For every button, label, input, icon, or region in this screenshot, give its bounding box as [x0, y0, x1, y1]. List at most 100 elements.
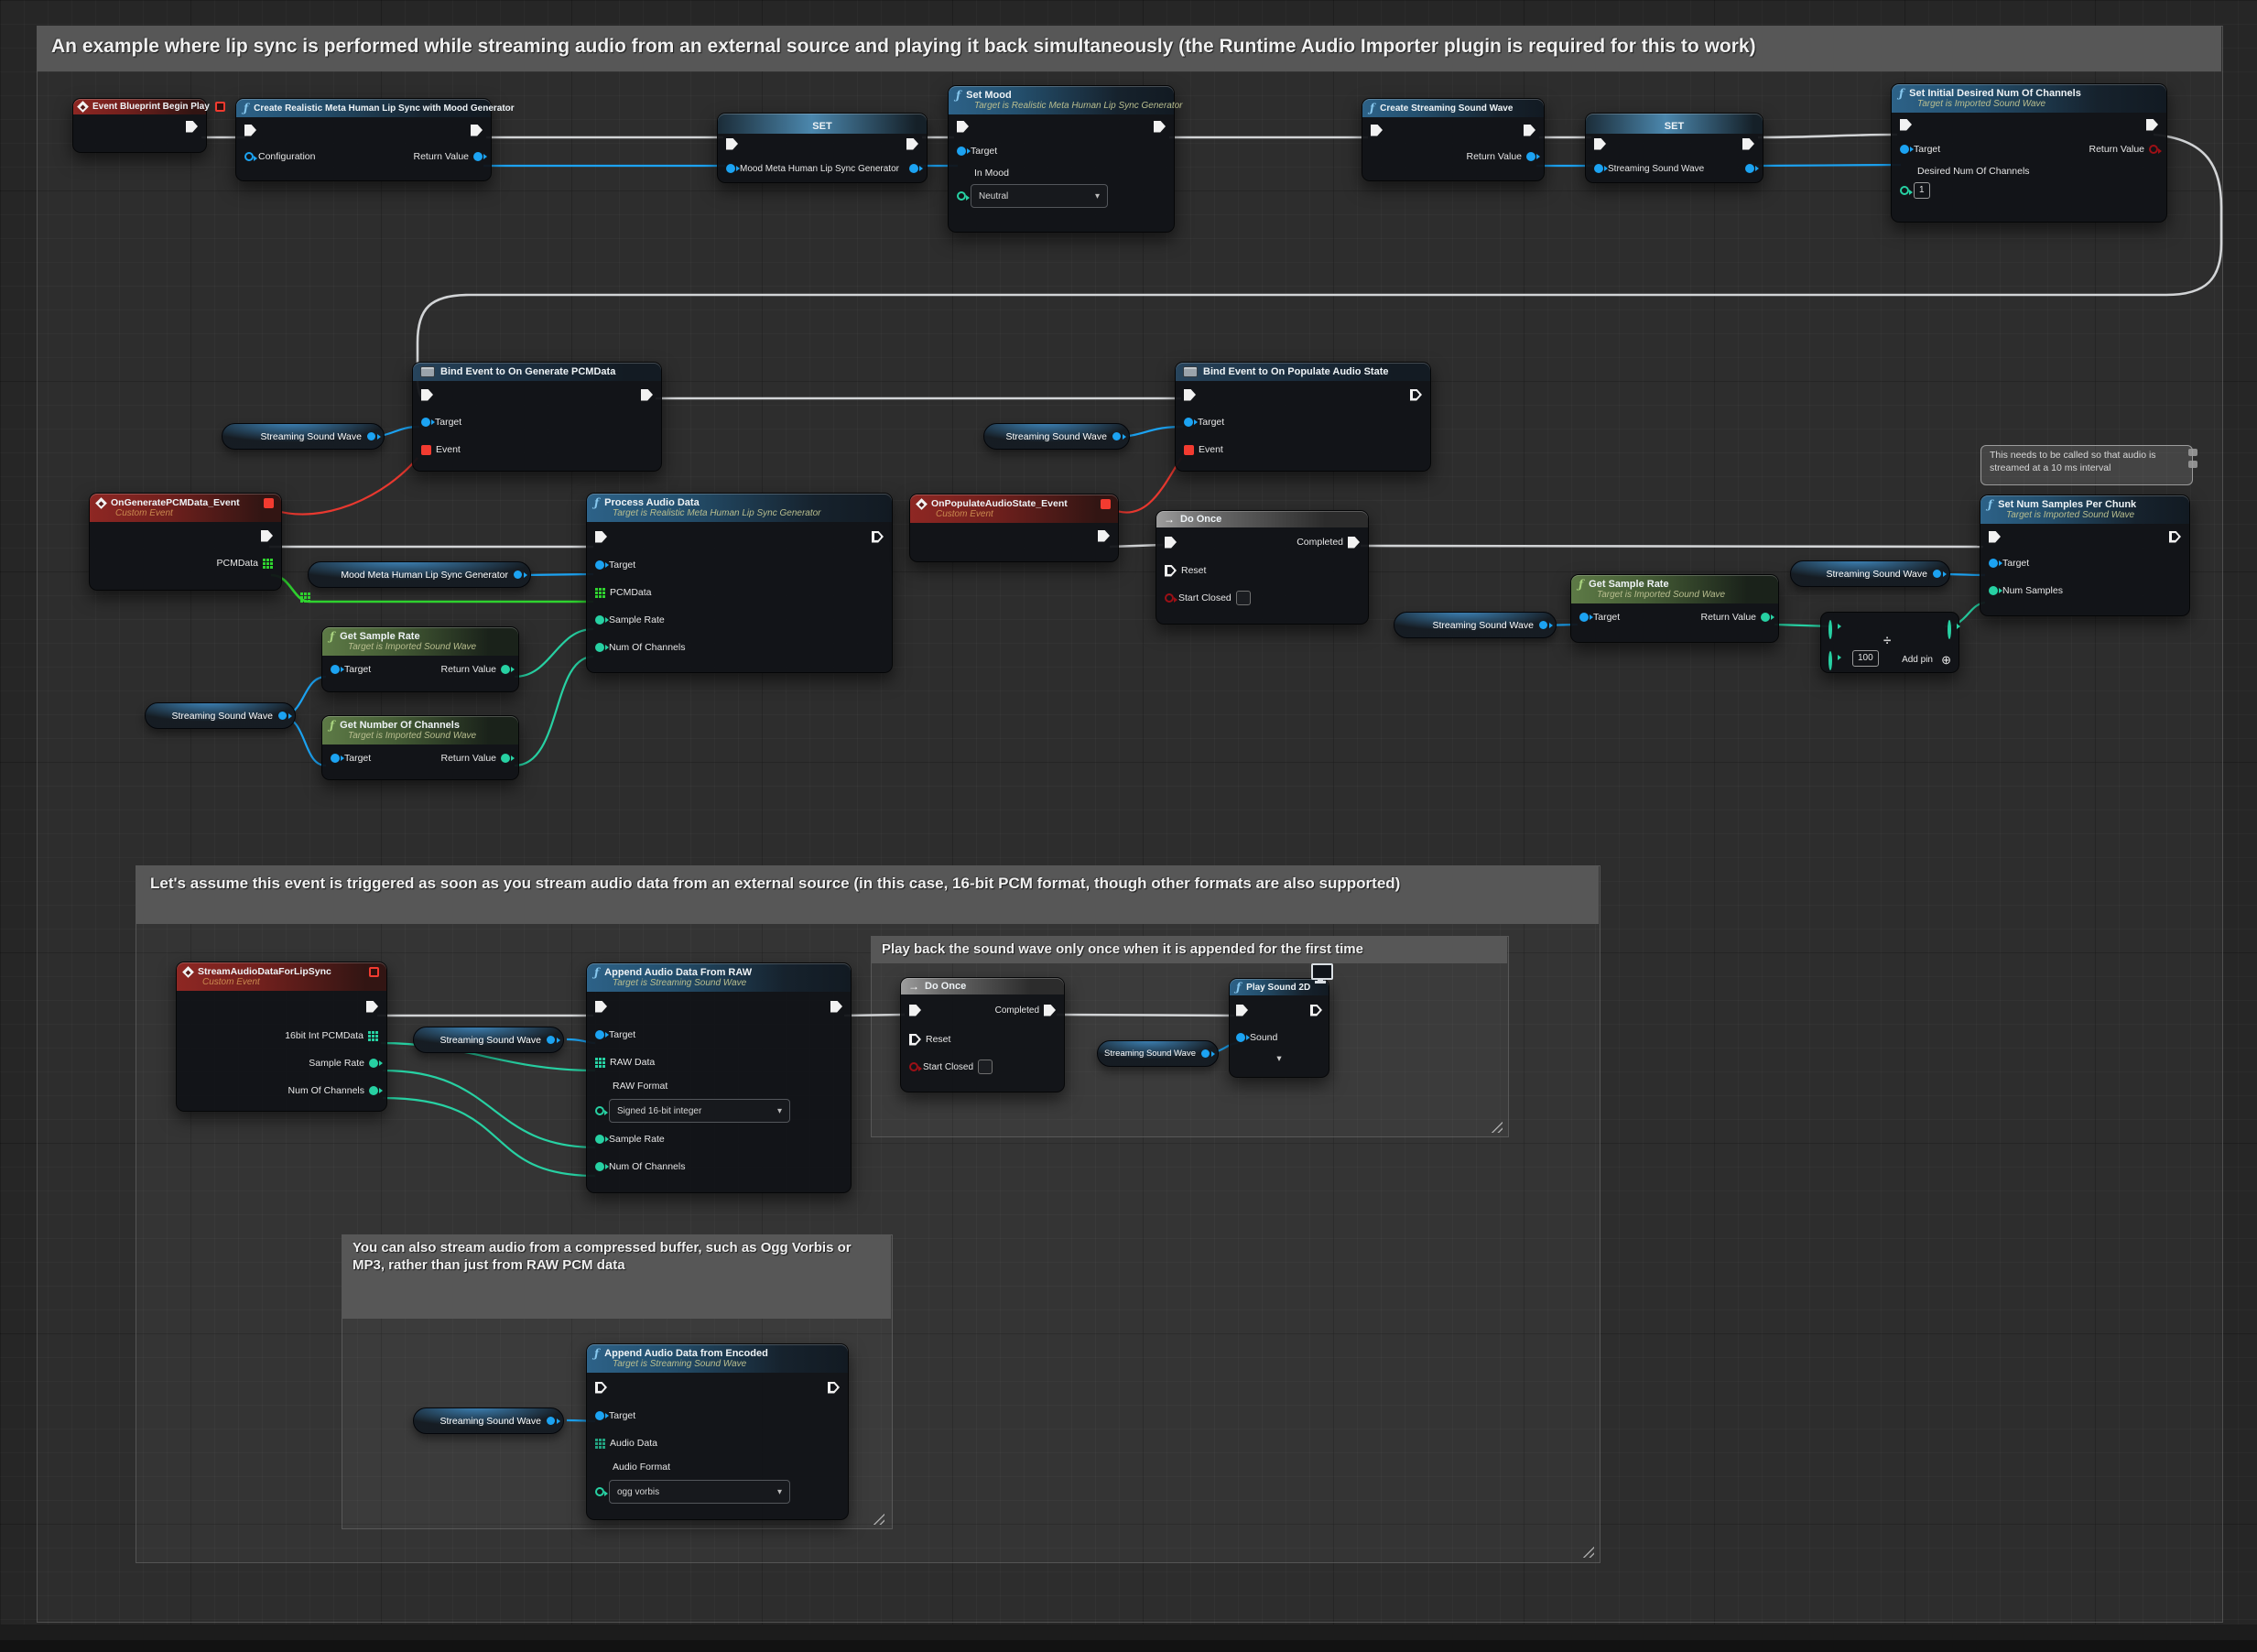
exec-in-pin[interactable]	[1371, 125, 1383, 136]
exec-out-pin[interactable]	[1044, 1005, 1056, 1016]
object-pin[interactable]	[547, 1417, 555, 1425]
variable-pill-streaming[interactable]: Streaming Sound Wave	[413, 1027, 564, 1053]
int-pin[interactable]	[1989, 586, 1998, 595]
variable-pill-streaming[interactable]: Streaming Sound Wave	[222, 423, 385, 450]
exec-in-pin[interactable]	[244, 125, 256, 136]
exec-out-pin[interactable]	[872, 531, 884, 543]
node-create-streaming[interactable]: ƒ Create Streaming Sound Wave Return Val…	[1362, 98, 1545, 181]
object-pin[interactable]	[595, 1411, 604, 1420]
variable-pill-streaming[interactable]: Streaming Sound Wave	[145, 702, 296, 729]
node-bind-generate-pcm[interactable]: Bind Event to On Generate PCMData Target…	[412, 362, 662, 472]
object-pin[interactable]	[1201, 1049, 1210, 1058]
node-bind-populate-state[interactable]: Bind Event to On Populate Audio State Ta…	[1175, 362, 1431, 472]
object-pin[interactable]	[331, 754, 340, 763]
int-pin[interactable]	[595, 615, 604, 625]
node-get-num-channels[interactable]: ƒ Get Number Of Channels Target is Impor…	[321, 715, 519, 780]
bool-pin[interactable]	[1165, 593, 1174, 603]
node-play-sound-2d[interactable]: ƒ Play Sound 2D Sound ▾	[1229, 978, 1329, 1078]
array-pin[interactable]	[595, 588, 605, 598]
object-pin[interactable]	[1112, 432, 1121, 440]
exec-out-pin[interactable]	[641, 389, 653, 401]
comment-compressed-title[interactable]: You can also stream audio from a compres…	[342, 1234, 891, 1319]
node-set-streaming-wave[interactable]: SET Streaming Sound Wave	[1585, 113, 1763, 183]
variable-pill-streaming[interactable]: Streaming Sound Wave	[983, 423, 1130, 450]
exec-in-pin[interactable]	[1165, 537, 1177, 549]
exec-in-pin[interactable]	[595, 1001, 607, 1013]
raw-format-dropdown[interactable]: Signed 16-bit integer ▾	[609, 1099, 790, 1123]
node-append-encoded[interactable]: ƒ Append Audio Data from Encoded Target …	[586, 1343, 849, 1520]
delegate-pin[interactable]	[1101, 499, 1111, 509]
delegate-pin[interactable]	[264, 498, 274, 508]
delegate-pin[interactable]	[1184, 445, 1194, 455]
exec-out-pin[interactable]	[906, 138, 918, 150]
object-pin[interactable]	[1900, 145, 1909, 154]
node-stream-audio-event[interactable]: StreamAudioDataForLipSync Custom Event 1…	[176, 962, 387, 1112]
comment-assume-title[interactable]: Let's assume this event is triggered as …	[136, 865, 1599, 924]
int-pin[interactable]	[369, 1059, 378, 1068]
object-pin[interactable]	[514, 571, 522, 579]
exec-in-pin[interactable]	[909, 1034, 921, 1046]
delegate-pin[interactable]	[421, 445, 431, 455]
variable-pill-streaming[interactable]: Streaming Sound Wave	[1097, 1040, 1219, 1067]
node-event-begin-play[interactable]: Event Blueprint Begin Play	[72, 98, 207, 153]
object-pin[interactable]	[367, 432, 375, 440]
object-pin[interactable]	[331, 665, 340, 674]
node-set-num-samples[interactable]: ƒ Set Num Samples Per Chunk Target is Im…	[1980, 495, 2190, 616]
comment-playback-title[interactable]: Play back the sound wave only once when …	[871, 936, 1507, 963]
array-pin[interactable]	[263, 559, 273, 569]
exec-out-pin[interactable]	[1742, 138, 1754, 150]
node-onpopulate-event[interactable]: OnPopulateAudioState_Event Custom Event	[909, 494, 1119, 562]
node-do-once-2[interactable]: → Do Once Completed Reset Start Closed	[900, 977, 1065, 1092]
node-process-audio-data[interactable]: ƒ Process Audio Data Target is Realistic…	[586, 493, 893, 673]
exec-out-pin[interactable]	[1154, 121, 1166, 133]
object-pin[interactable]	[957, 147, 966, 156]
object-pin[interactable]	[595, 560, 604, 570]
node-set-mood-generator[interactable]: SET Mood Meta Human Lip Sync Generator	[717, 113, 928, 183]
object-pin[interactable]	[1933, 570, 1941, 578]
object-pin[interactable]	[909, 164, 918, 173]
object-pin[interactable]	[244, 152, 254, 161]
channels-value-input[interactable]: 1	[1914, 182, 1930, 199]
exec-out-pin[interactable]	[261, 530, 273, 542]
int-pin[interactable]	[1900, 186, 1909, 195]
array-pin[interactable]	[368, 1031, 378, 1041]
reroute-pin[interactable]	[300, 592, 310, 603]
exec-in-pin[interactable]	[957, 121, 969, 133]
node-set-initial-channels[interactable]: ƒ Set Initial Desired Num Of Channels Ta…	[1891, 83, 2167, 223]
audio-format-dropdown[interactable]: ogg vorbis ▾	[609, 1480, 790, 1504]
exec-out-pin[interactable]	[828, 1382, 840, 1394]
object-pin[interactable]	[473, 152, 483, 161]
exec-in-pin[interactable]	[1184, 389, 1196, 401]
int-pin[interactable]	[595, 1135, 604, 1144]
exec-out-pin[interactable]	[366, 1001, 378, 1013]
exec-out-pin[interactable]	[1310, 1005, 1322, 1016]
object-pin[interactable]	[1579, 613, 1589, 622]
node-ongenerate-event[interactable]: OnGeneratePCMData_Event Custom Event PCM…	[89, 493, 282, 591]
expand-node-chevron[interactable]: ▾	[1276, 1053, 1281, 1064]
exec-out-pin[interactable]	[1524, 125, 1535, 136]
wildcard-pin[interactable]	[1948, 620, 1951, 639]
exec-in-pin[interactable]	[1594, 138, 1606, 150]
exec-out-pin[interactable]	[2169, 531, 2181, 543]
object-pin[interactable]	[1594, 164, 1603, 173]
enum-pin[interactable]	[595, 1487, 604, 1496]
node-create-lip-sync[interactable]: ƒ Create Realistic Meta Human Lip Sync w…	[235, 98, 492, 181]
int-pin[interactable]	[369, 1086, 378, 1095]
exec-in-pin[interactable]	[726, 138, 738, 150]
int-pin[interactable]	[501, 665, 510, 674]
blueprint-graph-canvas[interactable]: An example where lip sync is performed w…	[0, 0, 2257, 1652]
enum-pin[interactable]	[595, 1106, 604, 1115]
int-pin[interactable]	[595, 643, 604, 652]
object-pin[interactable]	[726, 164, 735, 173]
node-divide[interactable]: ÷ 100 Add pin ⊕	[1820, 612, 1959, 673]
exec-in-pin[interactable]	[1236, 1005, 1248, 1016]
mood-dropdown[interactable]: Neutral ▾	[971, 184, 1108, 208]
object-pin[interactable]	[1184, 418, 1193, 427]
exec-out-pin[interactable]	[2146, 119, 2158, 131]
object-pin[interactable]	[278, 712, 287, 720]
delegate-pin[interactable]	[369, 967, 379, 977]
exec-out-pin[interactable]	[1098, 530, 1110, 542]
add-pin-label[interactable]: Add pin	[1902, 655, 1933, 665]
node-get-sample-rate-2[interactable]: ƒ Get Sample Rate Target is Imported Sou…	[1570, 574, 1779, 643]
exec-in-pin[interactable]	[595, 1382, 607, 1394]
